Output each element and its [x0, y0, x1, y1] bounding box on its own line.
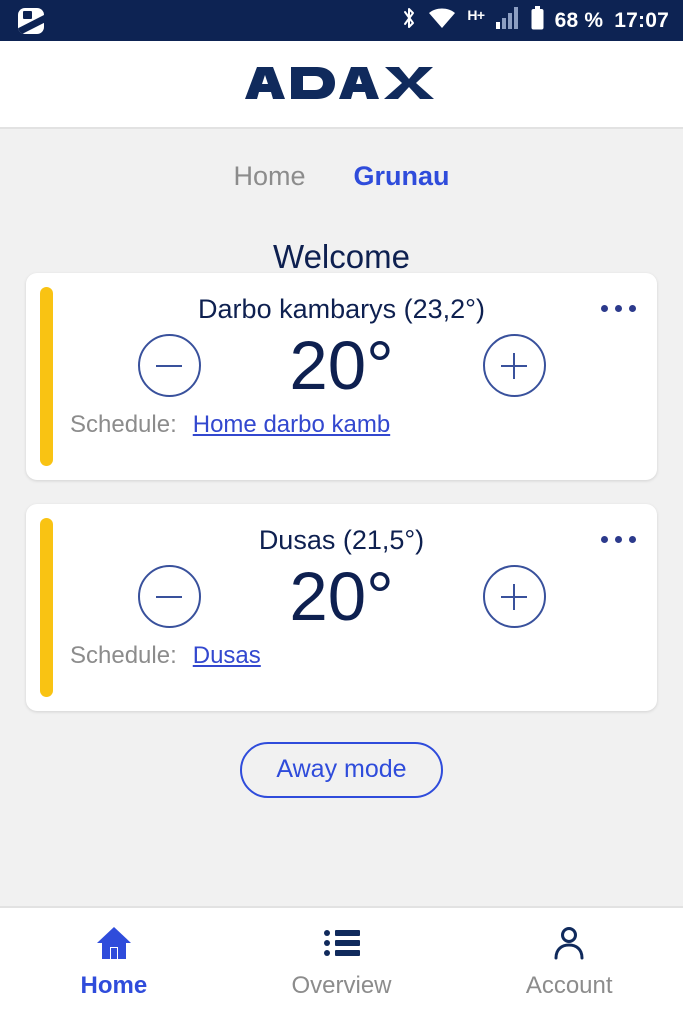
- status-bar-right: H+ 68 % 17:07: [401, 6, 669, 35]
- schedule-label: Schedule:: [70, 642, 177, 669]
- decrease-temperature-button[interactable]: [137, 565, 201, 628]
- schedule-link[interactable]: Dusas: [193, 644, 261, 668]
- battery-icon: [531, 6, 544, 35]
- bottom-navigation: Home Overview Account: [0, 906, 683, 1024]
- schedule-row: Schedule: Home darbo kamb: [26, 413, 657, 437]
- increase-temperature-button[interactable]: [482, 334, 546, 397]
- temperature-controls: 20°: [26, 562, 657, 631]
- list-icon: [323, 926, 360, 960]
- temperature-controls: 20°: [26, 331, 657, 400]
- nav-label-overview: Overview: [291, 972, 392, 999]
- app-header: [0, 41, 683, 129]
- tab-grunau[interactable]: Grunau: [352, 161, 452, 192]
- nav-item-account[interactable]: Account: [455, 926, 683, 998]
- target-temperature-value: 20°: [289, 327, 394, 404]
- nav-item-home[interactable]: Home: [0, 926, 228, 998]
- person-icon: [552, 926, 586, 960]
- tab-home[interactable]: Home: [231, 161, 307, 192]
- nav-label-account: Account: [525, 972, 613, 999]
- app-screen: H+ 68 % 17:07 Home Grunau Welcome Darbo …: [0, 0, 683, 1024]
- schedule-link[interactable]: Home darbo kamb: [193, 413, 390, 437]
- card-overflow-menu-icon[interactable]: [597, 526, 639, 552]
- page-title: Welcome: [273, 238, 410, 275]
- status-bar-left: [18, 7, 44, 34]
- card-overflow-menu-icon[interactable]: [597, 295, 639, 321]
- decrease-temperature-button[interactable]: [137, 334, 201, 397]
- away-mode-row: Away mode: [0, 742, 683, 798]
- app-badge-icon: [18, 7, 44, 34]
- wifi-icon: [428, 7, 456, 34]
- status-indicator-bar: [40, 287, 53, 466]
- adax-logo: [243, 67, 441, 101]
- home-tabs: Home Grunau: [0, 129, 683, 192]
- main-content: Home Grunau Welcome Darbo kambarys (23,2…: [0, 129, 683, 906]
- device-name-label: Dusas (21,5°): [258, 525, 425, 555]
- schedule-label: Schedule:: [70, 411, 177, 438]
- battery-level-label: 68 %: [554, 9, 604, 32]
- schedule-row: Schedule: Dusas: [26, 644, 657, 668]
- network-type-label: H+: [467, 6, 485, 23]
- nav-item-overview[interactable]: Overview: [228, 926, 456, 998]
- away-mode-button[interactable]: Away mode: [240, 742, 443, 798]
- increase-temperature-button[interactable]: [482, 565, 546, 628]
- home-icon: [96, 926, 132, 960]
- status-bar: H+ 68 % 17:07: [0, 0, 683, 41]
- nav-label-home: Home: [80, 972, 148, 999]
- bluetooth-icon: [401, 6, 417, 35]
- status-indicator-bar: [40, 518, 53, 697]
- signal-bars-icon: [495, 7, 520, 34]
- device-name-label: Darbo kambarys (23,2°): [198, 294, 485, 324]
- clock-label: 17:07: [614, 9, 669, 32]
- target-temperature-value: 20°: [289, 558, 394, 635]
- device-card[interactable]: Dusas (21,5°) 20° Schedule: Dusas: [26, 504, 657, 711]
- device-card[interactable]: Darbo kambarys (23,2°) 20° Schedule: Hom…: [26, 273, 657, 480]
